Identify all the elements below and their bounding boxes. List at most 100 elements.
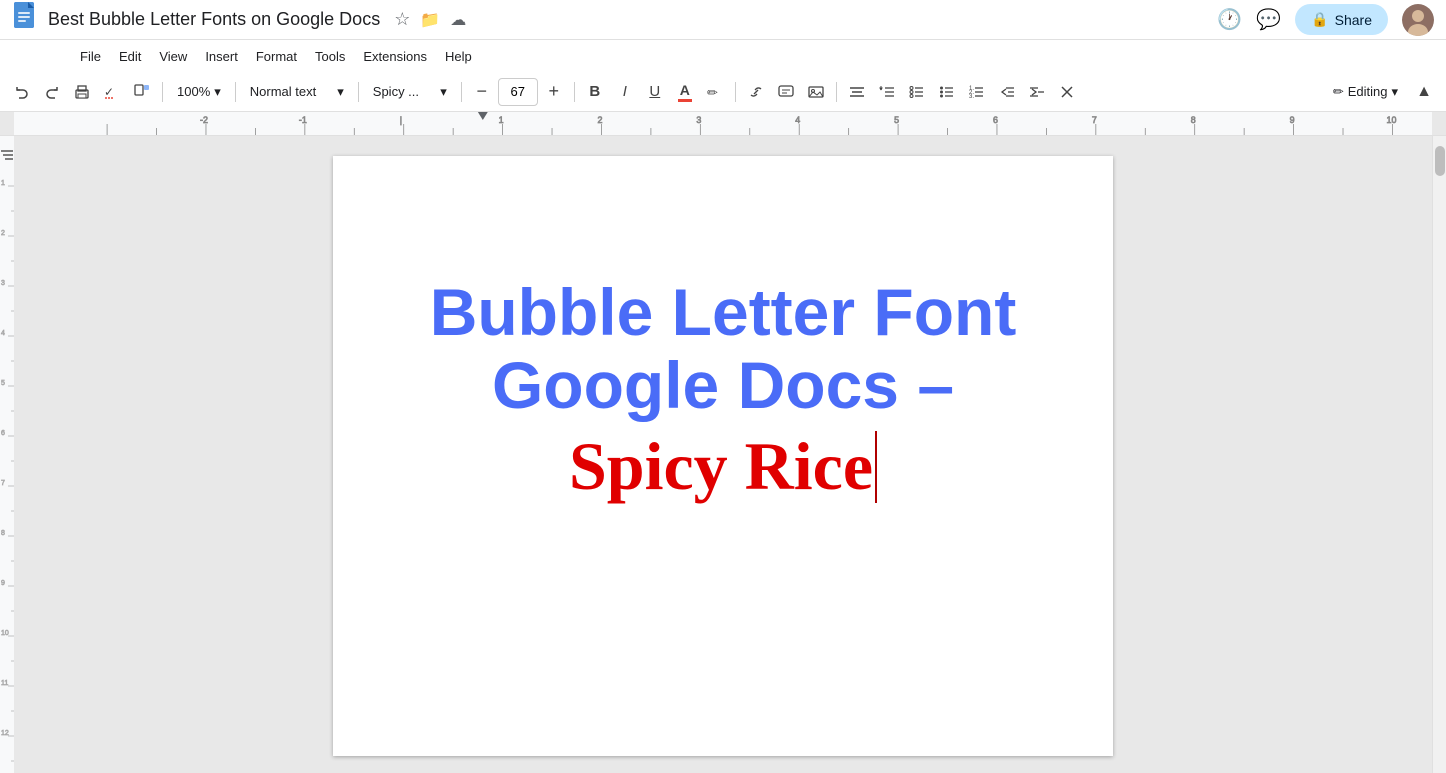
highlight-button[interactable]: ✏: [701, 78, 729, 106]
star-icon[interactable]: ☆: [394, 9, 410, 30]
toolbar-sep-5: [574, 82, 575, 102]
toolbar-sep-6: [735, 82, 736, 102]
document-page[interactable]: Bubble Letter Font Google Docs – Spicy R…: [333, 156, 1113, 756]
document-content: Bubble Letter Font Google Docs – Spicy R…: [413, 216, 1033, 514]
numbered-list-button[interactable]: 1. 2. 3.: [963, 78, 991, 106]
menu-edit[interactable]: Edit: [111, 45, 149, 68]
document-title[interactable]: Best Bubble Letter Fonts on Google Docs: [48, 9, 380, 30]
svg-text:12: 12: [1, 730, 9, 737]
svg-text:8: 8: [1, 530, 5, 537]
history-icon[interactable]: 🕐: [1217, 7, 1242, 32]
image-button[interactable]: [802, 78, 830, 106]
bullet-list-button[interactable]: [933, 78, 961, 106]
svg-text:|: |: [400, 115, 402, 125]
svg-text:1: 1: [499, 115, 504, 125]
spellcheck-button[interactable]: ✓: [98, 78, 126, 106]
svg-text:2: 2: [1, 230, 5, 237]
svg-text:3.: 3.: [969, 94, 974, 100]
checklist-button[interactable]: [903, 78, 931, 106]
menu-format[interactable]: Format: [248, 45, 305, 68]
main-layout: 1 2 3 4 5 6 7 8 9: [0, 136, 1446, 773]
clear-format-button[interactable]: [1053, 78, 1081, 106]
font-color-button[interactable]: A: [671, 78, 699, 106]
svg-text:✓: ✓: [104, 85, 114, 99]
color-bar: [678, 99, 692, 102]
text-cursor: [875, 431, 877, 503]
svg-text:5: 5: [894, 115, 899, 125]
toolbar-sep-7: [836, 82, 837, 102]
svg-text:11: 11: [1, 680, 8, 687]
zoom-value: 100%: [177, 84, 210, 99]
svg-text:9: 9: [1290, 115, 1295, 125]
svg-text:9: 9: [1, 580, 5, 587]
menu-tools[interactable]: Tools: [307, 45, 353, 68]
comment-icon[interactable]: 💬: [1256, 7, 1281, 32]
redo-button[interactable]: [38, 78, 66, 106]
document-line1: Bubble Letter Font: [430, 276, 1017, 349]
scrollbar-thumb[interactable]: [1435, 146, 1445, 176]
style-chevron-icon: ▾: [337, 84, 344, 100]
font-size-decrease-button[interactable]: −: [468, 78, 496, 106]
svg-text:5: 5: [1, 380, 5, 387]
increase-indent-button[interactable]: [1023, 78, 1051, 106]
menu-help[interactable]: Help: [437, 45, 480, 68]
underline-button[interactable]: U: [641, 78, 669, 106]
line-spacing-button[interactable]: [873, 78, 901, 106]
editing-chevron-icon: ▾: [1391, 84, 1398, 100]
menu-view[interactable]: View: [151, 45, 195, 68]
outline-icon[interactable]: [0, 148, 14, 165]
align-button[interactable]: [843, 78, 871, 106]
style-label: Normal text: [250, 84, 316, 99]
svg-text:3: 3: [696, 115, 701, 125]
font-size-increase-button[interactable]: +: [540, 78, 568, 106]
document-line3: Spicy Rice: [430, 429, 1017, 504]
cloud-icon[interactable]: ☁: [450, 10, 466, 30]
bold-button[interactable]: B: [581, 78, 609, 106]
svg-text:10: 10: [1, 630, 9, 637]
style-dropdown[interactable]: Normal text ▾: [242, 78, 352, 106]
spicy-rice-text: Spicy Rice: [569, 429, 873, 504]
editing-mode-dropdown[interactable]: ✏ Editing ▾: [1323, 80, 1408, 104]
document-text-block[interactable]: Bubble Letter Font Google Docs – Spicy R…: [430, 276, 1017, 504]
svg-text:6: 6: [993, 115, 998, 125]
menu-extensions[interactable]: Extensions: [355, 45, 435, 68]
ruler-content: -2 -1 | 1 2 3 4 5: [28, 112, 1432, 135]
paint-format-button[interactable]: [128, 78, 156, 106]
italic-button[interactable]: I: [611, 78, 639, 106]
toolbar-sep-1: [162, 82, 163, 102]
print-button[interactable]: [68, 78, 96, 106]
menu-file[interactable]: File: [72, 45, 109, 68]
comment-button[interactable]: [772, 78, 800, 106]
font-label: Spicy ...: [373, 84, 419, 99]
svg-text:6: 6: [1, 430, 5, 437]
zoom-dropdown[interactable]: 100% ▾: [169, 78, 229, 106]
lock-icon: 🔒: [1311, 11, 1328, 28]
undo-button[interactable]: [8, 78, 36, 106]
svg-text:8: 8: [1191, 115, 1196, 125]
decrease-indent-button[interactable]: [993, 78, 1021, 106]
folder-icon[interactable]: 📁: [420, 10, 440, 30]
vertical-ruler: 1 2 3 4 5 6 7 8 9: [0, 136, 14, 773]
left-panel: 1 2 3 4 5 6 7 8 9: [0, 136, 14, 773]
collapse-toolbar-button[interactable]: ▲: [1410, 78, 1438, 106]
document-line2: Google Docs –: [430, 349, 1017, 422]
font-size-box: [498, 78, 538, 106]
menu-insert[interactable]: Insert: [197, 45, 246, 68]
svg-text:4: 4: [1, 330, 5, 337]
font-dropdown[interactable]: Spicy ... ▾: [365, 78, 455, 106]
share-button[interactable]: 🔒 Share: [1295, 4, 1388, 35]
svg-text:-1: -1: [299, 115, 307, 125]
scrollbar-right[interactable]: [1432, 136, 1446, 773]
svg-text:4: 4: [795, 115, 800, 125]
font-size-input[interactable]: [503, 84, 533, 99]
link-button[interactable]: [742, 78, 770, 106]
docs-logo-icon: [12, 2, 40, 38]
page-area[interactable]: Bubble Letter Font Google Docs – Spicy R…: [14, 136, 1432, 773]
svg-text:7: 7: [1, 480, 5, 487]
svg-text:10: 10: [1387, 115, 1397, 125]
menu-bar: File Edit View Insert Format Tools Exten…: [0, 40, 1446, 72]
pencil-icon: ✏: [1333, 84, 1344, 100]
ruler: -2 -1 | 1 2 3 4 5: [0, 112, 1446, 136]
chevron-down-icon: ▾: [214, 84, 221, 100]
avatar[interactable]: [1402, 4, 1434, 36]
